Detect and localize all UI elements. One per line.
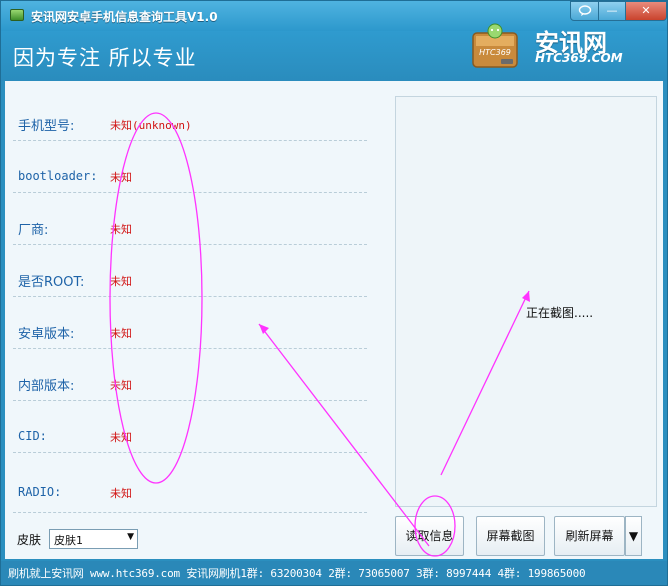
refresh-screen-button[interactable]: 刷新屏幕 [554, 516, 625, 556]
info-value: 未知(unknown) [110, 119, 192, 132]
info-row-android-version: 安卓版本: 未知 [13, 297, 367, 349]
info-row-model: 手机型号: 未知(unknown) [13, 89, 367, 141]
info-label: 是否ROOT: [18, 275, 85, 290]
skin-label: 皮肤 [17, 533, 42, 547]
main-panel: 手机型号: 未知(unknown) bootloader: 未知 厂商: 未知 … [5, 81, 663, 559]
info-label: 厂商: [18, 223, 49, 238]
info-value: 未知 [110, 275, 132, 288]
info-value: 未知 [110, 379, 132, 392]
info-value: 未知 [110, 223, 132, 236]
info-value: 未知 [110, 327, 132, 340]
info-row-cid: CID: 未知 [13, 401, 367, 453]
screenshot-button[interactable]: 屏幕截图 [476, 516, 545, 556]
info-row-bootloader: bootloader: 未知 [13, 141, 367, 193]
brand-url: HTC369.COM [535, 51, 623, 65]
info-label: RADIO: [18, 485, 62, 499]
logo-badge-text: HTC369 [479, 48, 511, 57]
speech-bubble-icon [578, 5, 591, 16]
android-bag-logo-icon: HTC369 [472, 23, 518, 68]
capture-status: 正在截图..... [526, 306, 594, 320]
info-label: 内部版本: [18, 379, 75, 394]
skin-selected-value: 皮肤1 [54, 534, 83, 547]
status-text: 刷机就上安讯网 www.htc369.com 安讯网刷机1群: 63200304… [8, 567, 586, 580]
info-row-radio: RADIO: 未知 [13, 453, 367, 513]
minimize-button[interactable]: — [598, 1, 626, 21]
info-label: bootloader: [18, 169, 98, 183]
slogan: 因为专注 所以专业 [13, 46, 197, 70]
feedback-button[interactable] [570, 1, 599, 21]
info-value: 未知 [110, 171, 132, 184]
close-button[interactable]: ✕ [625, 1, 667, 21]
window-title: 安讯网安卓手机信息查询工具V1.0 [31, 10, 218, 24]
more-dropdown-button[interactable]: ▼ [625, 516, 642, 556]
info-row-manufacturer: 厂商: 未知 [13, 193, 367, 245]
app-window: 安讯网安卓手机信息查询工具V1.0 — ✕ 因为专注 所以专业 HTC369 安… [0, 0, 668, 586]
chevron-down-icon: ▼ [127, 532, 134, 542]
info-value: 未知 [110, 431, 132, 444]
info-label: 安卓版本: [18, 327, 75, 342]
screenshot-preview: 正在截图..... [395, 96, 657, 507]
info-value: 未知 [110, 487, 132, 500]
info-row-build-number: 内部版本: 未知 [13, 349, 367, 401]
skin-select[interactable]: 皮肤1 ▼ [49, 529, 138, 549]
read-info-button[interactable]: 读取信息 [395, 516, 464, 556]
status-bar: 刷机就上安讯网 www.htc369.com 安讯网刷机1群: 63200304… [1, 561, 667, 585]
info-label: 手机型号: [18, 119, 75, 134]
info-row-root: 是否ROOT: 未知 [13, 245, 367, 297]
info-label: CID: [18, 429, 47, 443]
app-icon [10, 9, 24, 21]
header-banner: 因为专注 所以专业 HTC369 安讯网 HTC369.COM [1, 23, 667, 81]
